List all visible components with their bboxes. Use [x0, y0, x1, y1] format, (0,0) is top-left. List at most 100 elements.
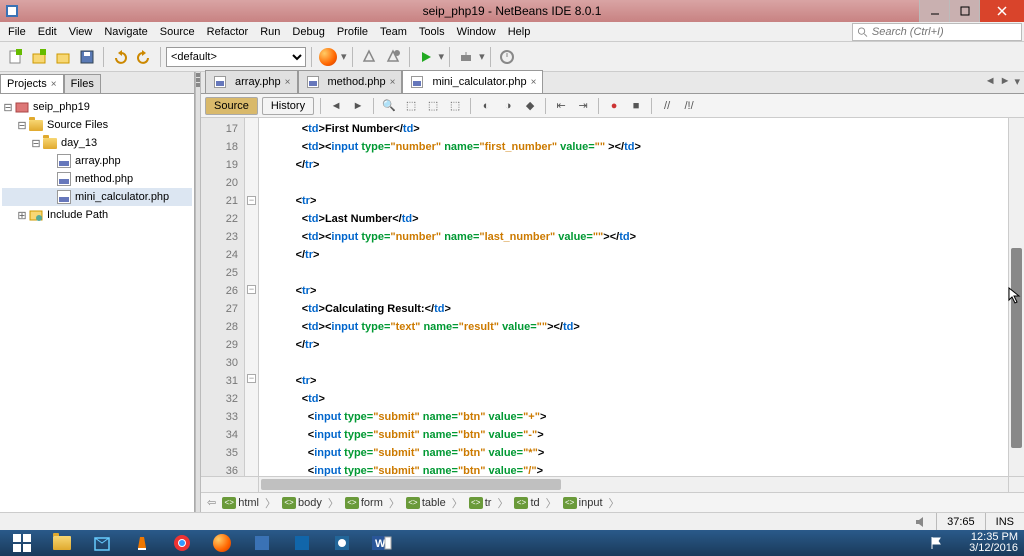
tab-label: Projects — [7, 78, 47, 90]
new-project-button[interactable] — [28, 46, 50, 68]
clean-build-button[interactable] — [382, 46, 404, 68]
menu-profile[interactable]: Profile — [331, 24, 374, 40]
task-chrome[interactable] — [164, 532, 200, 554]
etb-highlight-icon[interactable]: ⬚ — [446, 97, 464, 115]
menu-source[interactable]: Source — [154, 24, 201, 40]
breadcrumb-item[interactable]: <>input — [563, 497, 603, 509]
editor-tab[interactable]: method.php× — [298, 70, 403, 93]
tree-folder-day13[interactable]: ⊟day_13 — [2, 134, 192, 152]
tree-source-files[interactable]: ⊟Source Files — [2, 116, 192, 134]
notifications-icon[interactable] — [914, 514, 930, 530]
close-icon[interactable]: × — [390, 77, 396, 88]
tree-include-path[interactable]: ⊞Include Path — [2, 206, 192, 224]
etb-macro-record-icon[interactable]: ● — [605, 97, 623, 115]
tab-projects[interactable]: Projects × — [0, 74, 64, 93]
taskbar-clock[interactable]: 12:35 PM 3/12/2016 — [969, 530, 1018, 556]
close-button[interactable] — [979, 0, 1024, 22]
project-tree[interactable]: ⊟seip_php19 ⊟Source Files ⊟day_13 array.… — [0, 94, 194, 512]
tab-files[interactable]: Files — [64, 74, 101, 93]
profile-button[interactable] — [496, 46, 518, 68]
etb-find-prev-icon[interactable]: ⬚ — [402, 97, 420, 115]
etb-uncomment-icon[interactable]: /!/ — [680, 97, 698, 115]
editor-tab[interactable]: array.php × — [205, 70, 298, 93]
breadcrumb-item[interactable]: <>td — [514, 497, 539, 509]
breadcrumb-item[interactable]: <>html — [222, 497, 259, 509]
menu-debug[interactable]: Debug — [286, 24, 330, 40]
tab-label: array.php — [235, 76, 281, 88]
breadcrumb-item[interactable]: <>table — [406, 497, 446, 509]
task-app1[interactable] — [284, 532, 320, 554]
maximize-button[interactable] — [949, 0, 979, 22]
breadcrumb-item[interactable]: <>form — [345, 497, 383, 509]
tab-label: Files — [71, 78, 94, 90]
tree-file[interactable]: method.php — [2, 170, 192, 188]
start-button[interactable] — [4, 532, 40, 554]
task-firefox[interactable] — [204, 532, 240, 554]
save-all-button[interactable] — [76, 46, 98, 68]
etb-fwd-icon[interactable]: ► — [349, 97, 367, 115]
minimize-button[interactable] — [919, 0, 949, 22]
prev-tab-icon[interactable]: ◄ — [985, 75, 996, 88]
main-area: Projects × Files ⊟seip_php19 ⊟Source File… — [0, 72, 1024, 512]
task-word[interactable]: W — [364, 532, 400, 554]
run-in-browser-button[interactable] — [317, 46, 339, 68]
menu-file[interactable]: File — [2, 24, 32, 40]
tab-label: mini_calculator.php — [432, 76, 526, 88]
breadcrumb-nav-left-icon[interactable]: ⇦ — [207, 496, 216, 509]
code-editor[interactable]: 1718192021222324252627282930313233343536… — [201, 118, 1024, 476]
menu-edit[interactable]: Edit — [32, 24, 63, 40]
tree-file[interactable]: mini_calculator.php — [2, 188, 192, 206]
open-project-button[interactable] — [52, 46, 74, 68]
task-vlc[interactable] — [124, 532, 160, 554]
tray-flag-icon[interactable] — [928, 532, 944, 554]
tree-file[interactable]: array.php — [2, 152, 192, 170]
etb-find-next-icon[interactable]: ⬚ — [424, 97, 442, 115]
quick-search[interactable] — [852, 23, 1022, 41]
etb-back-icon[interactable]: ◄ — [327, 97, 345, 115]
etb-next-bookmark-icon[interactable]: ◑ — [499, 97, 517, 115]
menu-help[interactable]: Help — [502, 24, 537, 40]
breadcrumb-item[interactable]: <>tr — [469, 497, 492, 509]
menu-navigate[interactable]: Navigate — [98, 24, 153, 40]
task-app2[interactable] — [324, 532, 360, 554]
tab-list-icon[interactable]: ▾ — [1014, 75, 1020, 88]
menu-refactor[interactable]: Refactor — [201, 24, 255, 40]
close-icon[interactable]: × — [531, 77, 537, 88]
menu-view[interactable]: View — [63, 24, 99, 40]
next-tab-icon[interactable]: ► — [1000, 75, 1011, 88]
menu-window[interactable]: Window — [451, 24, 502, 40]
task-explorer[interactable] — [44, 532, 80, 554]
etb-macro-stop-icon[interactable]: ■ — [627, 97, 645, 115]
build-button[interactable] — [358, 46, 380, 68]
task-netbeans[interactable] — [244, 532, 280, 554]
history-view-button[interactable]: History — [262, 97, 314, 115]
menu-team[interactable]: Team — [374, 24, 413, 40]
horizontal-scrollbar[interactable] — [259, 477, 1008, 492]
etb-toggle-bookmark-icon[interactable]: ◆ — [521, 97, 539, 115]
etb-prev-bookmark-icon[interactable]: ◐ — [477, 97, 495, 115]
tree-project-root[interactable]: ⊟seip_php19 — [2, 98, 192, 116]
menu-run[interactable]: Run — [254, 24, 286, 40]
close-icon[interactable]: × — [51, 79, 57, 90]
config-select[interactable]: <default> — [166, 47, 306, 67]
run-button[interactable] — [415, 46, 437, 68]
breadcrumb-item[interactable]: <>body — [282, 497, 322, 509]
code-content[interactable]: <td>First Number</td> <td><input type="n… — [259, 118, 1008, 476]
search-input[interactable] — [872, 26, 1017, 38]
tag-icon: <> — [282, 497, 296, 509]
etb-shift-left-icon[interactable]: ⇤ — [552, 97, 570, 115]
task-box[interactable] — [84, 532, 120, 554]
debug-button[interactable] — [455, 46, 477, 68]
etb-shift-right-icon[interactable]: ⇥ — [574, 97, 592, 115]
undo-button[interactable] — [109, 46, 131, 68]
menu-bar: FileEditViewNavigateSourceRefactorRunDeb… — [0, 22, 1024, 42]
etb-comment-icon[interactable]: // — [658, 97, 676, 115]
new-file-button[interactable] — [4, 46, 26, 68]
redo-button[interactable] — [133, 46, 155, 68]
close-icon[interactable]: × — [285, 77, 291, 88]
etb-find-selection-icon[interactable]: 🔍 — [380, 97, 398, 115]
source-view-button[interactable]: Source — [205, 97, 258, 115]
menu-tools[interactable]: Tools — [413, 24, 451, 40]
fold-gutter[interactable]: − − − — [245, 118, 259, 476]
editor-tab[interactable]: mini_calculator.php × — [402, 70, 543, 93]
